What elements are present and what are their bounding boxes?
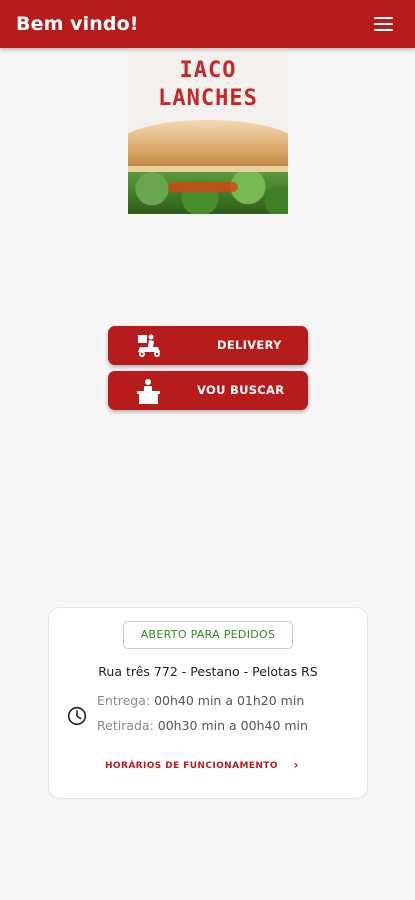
opening-hours-link[interactable]: HORÁRIOS DE FUNCIONAMENTO › [105, 758, 299, 772]
delivery-button[interactable]: DELIVERY [108, 326, 308, 365]
delivery-scooter-icon [138, 334, 160, 357]
page-title: Bem vindo! [16, 13, 139, 35]
delivery-time-row: Entrega: 00h40 min a 01h20 min [97, 693, 304, 708]
store-info-card: ABERTO PARA PEDIDOS Rua três 772 - Pesta… [48, 607, 368, 799]
delivery-button-label: DELIVERY [217, 338, 282, 352]
logo-text-line2: LANCHES [158, 86, 258, 111]
store-address: Rua três 772 - Pestano - Pelotas RS [98, 664, 318, 679]
logo-text-line1: IACO [179, 58, 237, 83]
pickup-button[interactable]: VOU BUSCAR [108, 371, 308, 410]
app-bar: Bem vindo! [0, 0, 415, 48]
chevron-right-icon: › [293, 758, 299, 772]
pickup-time-label: Retirada: [97, 718, 154, 733]
opening-hours-label: HORÁRIOS DE FUNCIONAMENTO [105, 761, 278, 771]
menu-icon[interactable] [374, 17, 393, 31]
delivery-time-label: Entrega: [97, 693, 151, 708]
restaurant-logo: IACO LANCHES [128, 54, 288, 214]
clock-icon [67, 706, 87, 726]
pickup-counter-icon [137, 379, 160, 404]
pickup-button-label: VOU BUSCAR [197, 383, 285, 397]
pickup-time-value: 00h30 min a 00h40 min [157, 718, 308, 733]
status-badge: ABERTO PARA PEDIDOS [123, 621, 293, 649]
delivery-time-value: 00h40 min a 01h20 min [154, 693, 305, 708]
pickup-time-row: Retirada: 00h30 min a 00h40 min [97, 718, 308, 733]
